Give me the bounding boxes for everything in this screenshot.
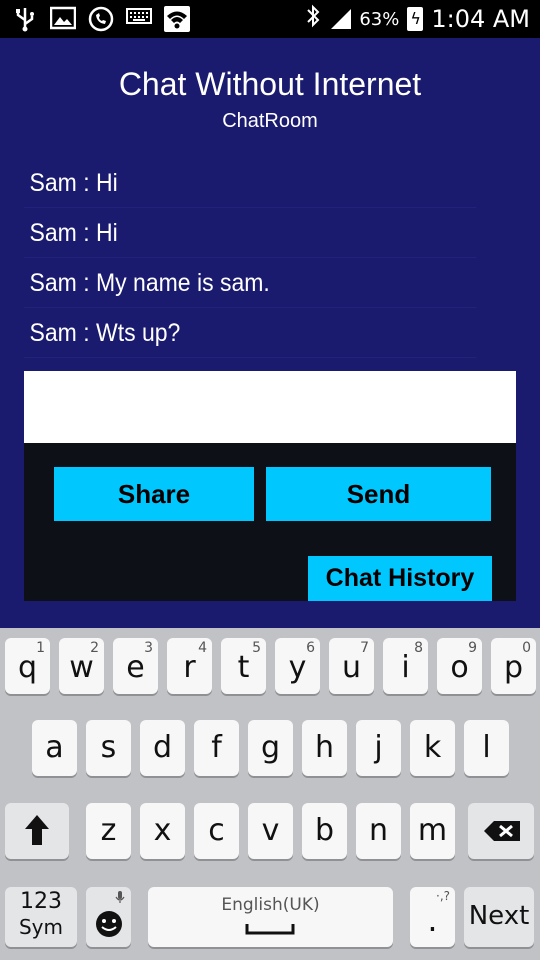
- message-item[interactable]: Sam : My name is sam.: [24, 258, 477, 308]
- key-r[interactable]: 4r: [167, 638, 212, 694]
- chat-history-button[interactable]: Chat History: [308, 556, 492, 601]
- call-icon: [88, 6, 114, 32]
- status-bar: 63% 1:04 AM: [0, 0, 540, 38]
- space-key[interactable]: English(UK): [148, 887, 393, 947]
- key-t[interactable]: 5t: [221, 638, 266, 694]
- symbols-key[interactable]: 123 Sym: [5, 887, 77, 947]
- signal-icon: [329, 7, 352, 31]
- wifi-icon: [164, 6, 190, 32]
- key-z[interactable]: z: [86, 803, 131, 859]
- key-d[interactable]: d: [140, 720, 185, 776]
- key-v[interactable]: v: [248, 803, 293, 859]
- on-screen-keyboard: 1q 2w 3e 4r 5t 6y 7u 8i 9o 0p a s d f g …: [0, 628, 540, 960]
- message-list[interactable]: Sam : Hi Sam : Hi Sam : My name is sam. …: [24, 158, 516, 358]
- shift-key[interactable]: [5, 803, 69, 859]
- key-k[interactable]: k: [410, 720, 455, 776]
- message-input[interactable]: [24, 371, 516, 443]
- key-q[interactable]: 1q: [5, 638, 50, 694]
- action-panel: Share Send Chat History: [24, 443, 516, 601]
- image-icon: [49, 6, 77, 32]
- usb-icon: [12, 6, 38, 32]
- keyboard-icon: [126, 6, 152, 32]
- space-bar-icon: [245, 921, 295, 940]
- key-i[interactable]: 8i: [383, 638, 428, 694]
- key-b[interactable]: b: [302, 803, 347, 859]
- key-a[interactable]: a: [32, 720, 77, 776]
- key-f[interactable]: f: [194, 720, 239, 776]
- key-c[interactable]: c: [194, 803, 239, 859]
- notification-icons: [12, 6, 190, 32]
- send-button[interactable]: Send: [266, 467, 491, 521]
- next-key[interactable]: Next: [464, 887, 534, 947]
- smiley-icon: [94, 909, 124, 943]
- key-x[interactable]: x: [140, 803, 185, 859]
- share-button[interactable]: Share: [54, 467, 254, 521]
- emoji-key[interactable]: [86, 887, 131, 947]
- chat-room-label: ChatRoom: [222, 110, 318, 132]
- shift-icon: [23, 813, 51, 851]
- key-o[interactable]: 9o: [437, 638, 482, 694]
- key-g[interactable]: g: [248, 720, 293, 776]
- key-w[interactable]: 2w: [59, 638, 104, 694]
- key-j[interactable]: j: [356, 720, 401, 776]
- battery-percent: 63%: [359, 8, 400, 30]
- key-u[interactable]: 7u: [329, 638, 374, 694]
- backspace-key[interactable]: [468, 803, 534, 859]
- chat-screen: Chat Without Internet ChatRoom Sam : Hi …: [0, 38, 540, 628]
- clock: 1:04 AM: [431, 5, 530, 33]
- message-item[interactable]: Sam : Hi: [24, 208, 477, 258]
- key-m[interactable]: m: [410, 803, 455, 859]
- period-key[interactable]: ·,? .: [410, 887, 455, 947]
- backspace-icon: [482, 819, 522, 847]
- key-l[interactable]: l: [464, 720, 509, 776]
- app-title: Chat Without Internet: [118, 66, 422, 102]
- system-status: 63% 1:04 AM: [305, 3, 530, 35]
- key-y[interactable]: 6y: [275, 638, 320, 694]
- key-s[interactable]: s: [86, 720, 131, 776]
- key-n[interactable]: n: [356, 803, 401, 859]
- key-h[interactable]: h: [302, 720, 347, 776]
- mic-icon: [115, 889, 125, 908]
- key-e[interactable]: 3e: [113, 638, 158, 694]
- message-item[interactable]: Sam : Wts up?: [24, 308, 477, 358]
- bluetooth-icon: [305, 3, 321, 35]
- battery-icon: [407, 7, 424, 31]
- message-item[interactable]: Sam : Hi: [24, 158, 477, 208]
- key-p[interactable]: 0p: [491, 638, 536, 694]
